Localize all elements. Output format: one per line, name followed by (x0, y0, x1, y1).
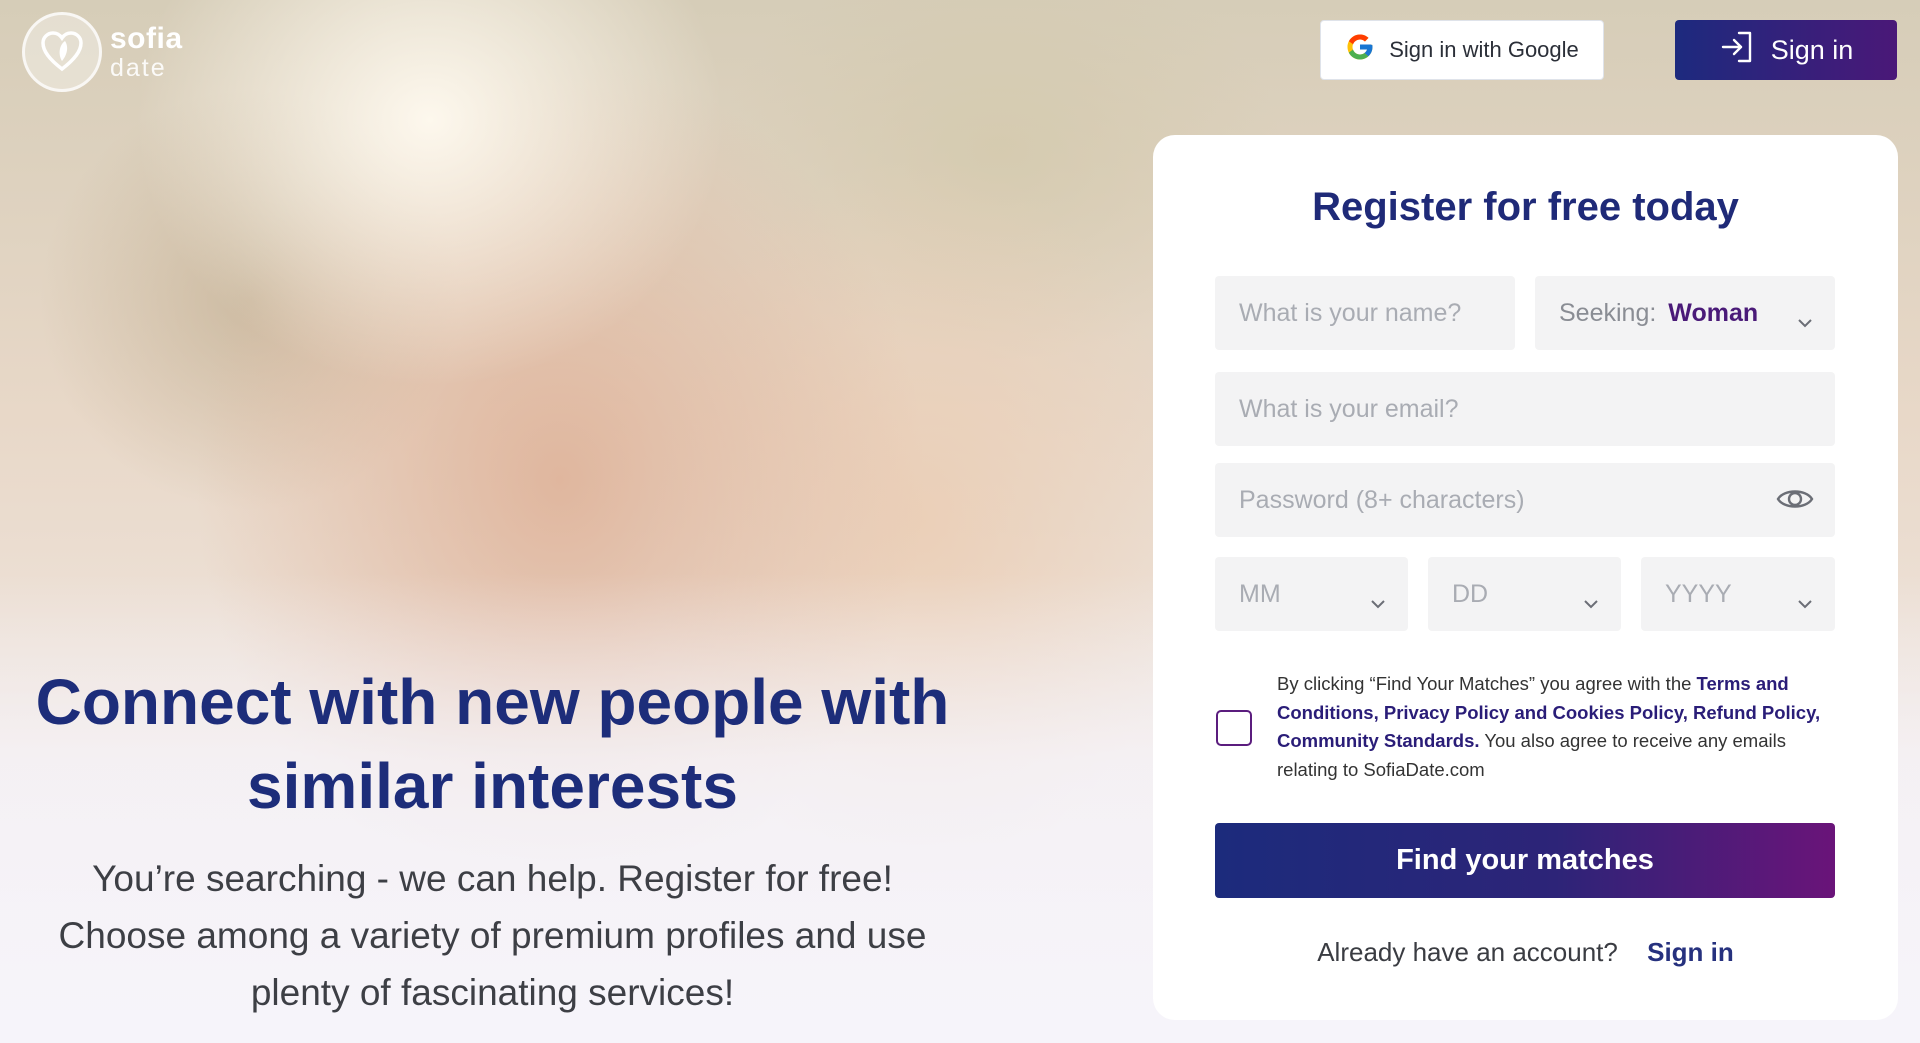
find-matches-button[interactable]: Find your matches (1215, 823, 1835, 898)
password-input[interactable] (1215, 485, 1835, 515)
hero-subtitle-line2: Choose among a variety of premium profil… (58, 915, 927, 956)
birth-year-value: YYYY (1665, 579, 1732, 608)
register-title: Register for free today (1312, 185, 1739, 229)
logo-text: sofia date (110, 21, 183, 82)
privacy-link[interactable]: Privacy Policy and Cookies Policy, (1384, 702, 1688, 723)
sign-in-icon (1719, 29, 1755, 72)
already-account-text: Already have an account? (1317, 937, 1618, 967)
chevron-down-icon (1797, 588, 1813, 617)
birth-month-value: MM (1239, 579, 1281, 608)
google-signin-label: Sign in with Google (1389, 37, 1579, 62)
hero-title-line1: Connect with new people with (35, 666, 950, 738)
chevron-down-icon (1797, 307, 1813, 336)
google-signin-button[interactable]: Sign in with Google (1320, 20, 1604, 80)
hero-title: Connect with new people with similar int… (0, 660, 985, 828)
terms-checkbox[interactable] (1216, 710, 1252, 746)
eye-icon[interactable] (1775, 483, 1815, 522)
hero-title-line2: similar interests (247, 750, 738, 822)
logo-line1: sofia (110, 21, 183, 55)
password-field[interactable] (1215, 463, 1835, 537)
logo-heart-icon (22, 12, 102, 92)
hero-subtitle-line3: plenty of fascinating services! (250, 972, 735, 1013)
refund-link[interactable]: Refund Policy, (1693, 702, 1820, 723)
seeking-select[interactable]: Seeking: Woman (1535, 276, 1835, 350)
header-signin-label: Sign in (1770, 34, 1854, 65)
terms-prefix: By clicking “Find Your Matches” you agre… (1277, 673, 1692, 694)
hero-section: Connect with new people with similar int… (0, 660, 985, 1021)
header-signin-button[interactable]: Sign in (1675, 20, 1897, 80)
terms-text: By clicking “Find Your Matches” you agre… (1277, 670, 1837, 784)
site-logo[interactable]: sofia date (22, 12, 183, 92)
hero-subtitle-line1: You’re searching - we can help. Register… (92, 858, 893, 899)
already-account: Already have an account? Sign in (1153, 937, 1898, 968)
seeking-value: Woman (1668, 298, 1759, 327)
chevron-down-icon (1370, 588, 1386, 617)
birth-month-select[interactable]: MM (1215, 557, 1408, 631)
signin-link[interactable]: Sign in (1647, 937, 1734, 967)
google-icon (1345, 32, 1375, 68)
hero-subtitle: You’re searching - we can help. Register… (0, 850, 985, 1021)
register-card: Register for free today Seeking: Woman M… (1153, 135, 1898, 1020)
email-field[interactable] (1215, 372, 1835, 446)
birth-day-select[interactable]: DD (1428, 557, 1621, 631)
name-field[interactable] (1215, 276, 1515, 350)
name-input[interactable] (1215, 298, 1515, 328)
email-input[interactable] (1215, 394, 1835, 424)
logo-line2: date (110, 53, 167, 82)
chevron-down-icon (1583, 588, 1599, 617)
birth-year-select[interactable]: YYYY (1641, 557, 1835, 631)
community-link[interactable]: Community Standards. (1277, 730, 1480, 751)
birth-day-value: DD (1452, 579, 1489, 608)
seeking-label: Seeking: (1559, 298, 1657, 327)
